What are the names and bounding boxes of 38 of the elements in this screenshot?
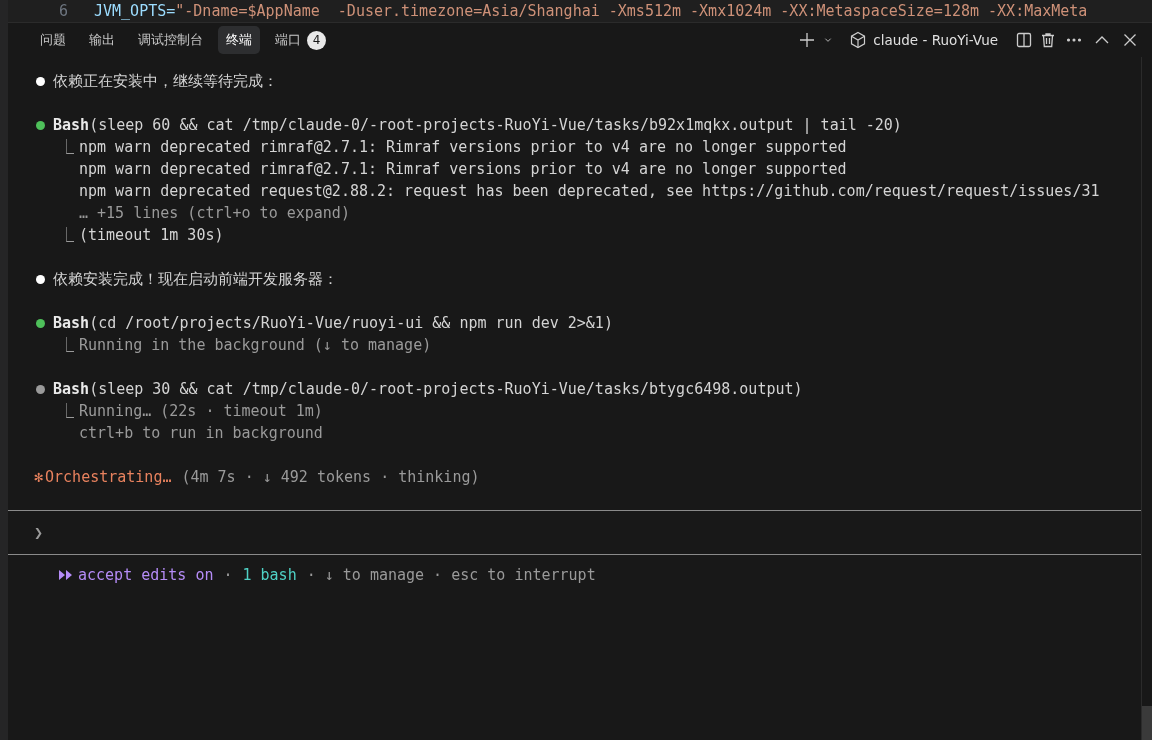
tool-command: Bash(sleep 60 && cat /tmp/claude-0/-root-projects-RuoYi-Vue/tasks/b92x1mqkx.output | tail -20) [53, 115, 902, 136]
output-line: … +15 lines (ctrl+o to expand) [79, 203, 351, 224]
panel-tab[interactable]: 问题 [32, 26, 74, 54]
count-badge: 4 [307, 30, 326, 50]
output-line: npm warn deprecated request@2.88.2: request has been deprecated, see https://github.com/request/request/issues/31 [79, 181, 1100, 202]
footer-text: accept edits on [78, 565, 214, 586]
output-line: Running… (22s · timeout 1m) [79, 401, 323, 422]
assistant-message: 依赖正在安装中，继续等待完成： [53, 71, 278, 92]
output-line: npm warn deprecated rimraf@2.7.1: Rimraf versions prior to v4 are no longer supported [79, 159, 848, 180]
footer-text: · [223, 565, 233, 586]
result-marker: ⎿ [58, 225, 75, 246]
result-marker: ⎿ [58, 335, 75, 356]
double-play-icon [58, 569, 74, 581]
code-token: "-Dname=$AppName -Duser.timezone=Asia/Shanghai -Xms512m -Xmx1024m -XX:MetaspaceSize=128m -XX:MaxMeta [175, 2, 1088, 20]
prompt-glyph: ❯ [34, 522, 44, 544]
panel-tab[interactable]: 终端 [218, 26, 260, 54]
spinner-glyph: ✻ [34, 467, 44, 488]
output-line: npm warn deprecated rimraf@2.7.1: Rimraf versions prior to v4 are no longer supported [79, 137, 848, 158]
cube-icon [849, 31, 868, 49]
output-line: ctrl+b to run in background [79, 423, 323, 444]
panel-tab[interactable]: 输出 [81, 26, 123, 54]
status-detail: (4m 7s · ↓ 492 tokens · thinking) [181, 467, 480, 488]
panel-tab[interactable]: 端口 4 [267, 25, 334, 55]
output-line: Running in the background (↓ to manage) [79, 335, 432, 356]
tool-command: Bash(cd /root/projects/RuoYi-Vue/ruoyi-ui && npm run dev 2>&1) [53, 313, 613, 334]
footer-text: · ↓ to manage · esc to interrupt [306, 565, 596, 586]
tool-command: Bash(sleep 30 && cat /tmp/claude-0/-root-projects-RuoYi-Vue/tasks/btygc6498.output) [53, 379, 803, 400]
terminal-selector[interactable]: claude - RuoYi-Vue [843, 30, 1004, 50]
result-marker: ⎿ [58, 137, 75, 158]
footer-text: 1 bash [242, 565, 297, 586]
scrollbar-thumb[interactable] [1142, 706, 1152, 740]
code-token: JVM_OPTS= [94, 2, 176, 20]
line-number: 6 [57, 2, 69, 20]
result-marker: ⎿ [58, 401, 75, 422]
status-verb: Orchestrating… [45, 467, 172, 488]
assistant-message: 依赖安装完成！现在启动前端开发服务器： [53, 269, 338, 290]
panel-tab[interactable]: 调试控制台 [130, 26, 211, 54]
output-line: (timeout 1m 30s) [79, 225, 224, 246]
